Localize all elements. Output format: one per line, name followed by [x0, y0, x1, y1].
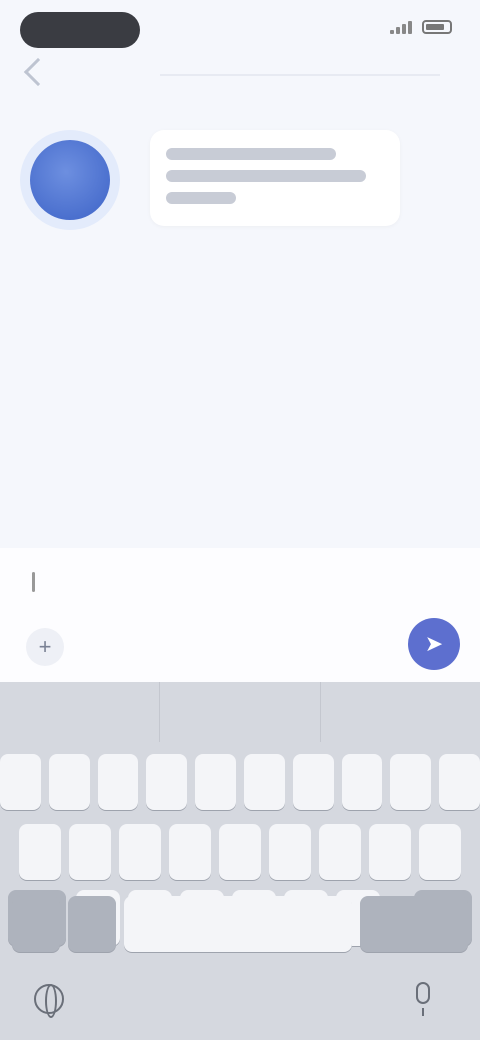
header-divider: [160, 74, 440, 76]
suggestion-item[interactable]: [160, 682, 321, 742]
key-row-2: [0, 824, 480, 880]
send-button[interactable]: ➤: [408, 618, 460, 670]
status-time: [20, 12, 140, 48]
message-input[interactable]: [24, 564, 384, 604]
key[interactable]: [369, 824, 411, 880]
key[interactable]: [219, 824, 261, 880]
key-row-1: [0, 754, 480, 810]
header-title: [80, 60, 150, 82]
status-bar: [0, 0, 480, 60]
key[interactable]: [169, 824, 211, 880]
send-icon: ➤: [424, 631, 444, 656]
suggestion-item[interactable]: [0, 682, 161, 742]
key[interactable]: [146, 754, 188, 810]
app-header: [0, 56, 480, 92]
key[interactable]: [319, 824, 361, 880]
mic-icon[interactable]: [416, 982, 430, 1016]
battery-icon: [422, 20, 452, 34]
key[interactable]: [244, 754, 285, 810]
bot-message-bubble: [150, 130, 400, 226]
key[interactable]: [0, 754, 41, 810]
suggestion-item[interactable]: [321, 682, 480, 742]
key[interactable]: [341, 754, 383, 810]
message-text-line: [166, 192, 236, 204]
key[interactable]: [269, 824, 311, 880]
return-key[interactable]: [360, 896, 468, 952]
key[interactable]: [48, 754, 90, 810]
key[interactable]: [69, 824, 111, 880]
back-icon[interactable]: [23, 57, 53, 87]
key[interactable]: [439, 754, 480, 810]
key[interactable]: [292, 754, 334, 810]
key[interactable]: [390, 754, 432, 810]
message-composer: + ➤: [0, 548, 480, 682]
on-screen-keyboard: ⇧ ⌫: [0, 682, 480, 1040]
globe-icon[interactable]: [34, 984, 64, 1018]
suggestion-bar: [0, 682, 480, 742]
chat-area: [0, 100, 480, 545]
key[interactable]: [419, 824, 461, 880]
message-text-line: [166, 148, 336, 160]
message-text-line: [166, 170, 366, 182]
attach-button[interactable]: +: [26, 628, 64, 666]
plus-icon: +: [38, 634, 52, 659]
emoji-key[interactable]: [68, 896, 116, 952]
key[interactable]: [97, 754, 139, 810]
key[interactable]: [19, 824, 61, 880]
numbers-key[interactable]: [12, 896, 60, 952]
key[interactable]: [119, 824, 161, 880]
status-icons: [390, 20, 452, 34]
signal-icon: [390, 20, 412, 34]
key[interactable]: [195, 754, 236, 810]
keyboard-nav-bar: [0, 962, 480, 1040]
bot-avatar: [30, 140, 110, 220]
space-key[interactable]: [124, 896, 352, 952]
